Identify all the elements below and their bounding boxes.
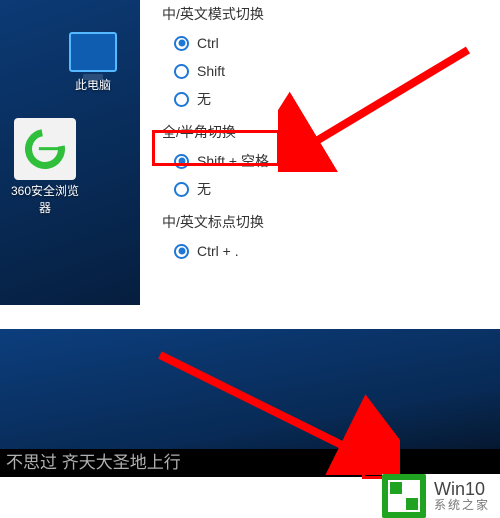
radio-label: Ctrl + . xyxy=(197,243,239,259)
watermark-subtitle: 系统之家 xyxy=(434,499,490,512)
monitor-icon xyxy=(69,32,117,72)
radio-icon xyxy=(174,36,189,51)
radio-icon xyxy=(174,92,189,107)
radio-option-ctrl[interactable]: Ctrl xyxy=(174,32,492,54)
radio-icon xyxy=(174,154,189,169)
radio-icon xyxy=(174,244,189,259)
subtitle-text: 不思过 齐天大圣地上行 xyxy=(6,453,181,472)
subtitle-overlay: 不思过 齐天大圣地上行 xyxy=(0,449,500,477)
radio-label: 无 xyxy=(197,89,211,109)
site-watermark: Win10 系统之家 xyxy=(382,474,500,518)
desktop-icon-360-browser[interactable]: 360安全浏览器 xyxy=(8,118,82,216)
desktop-icon-this-pc[interactable]: 此电脑 xyxy=(58,32,128,93)
radio-label: 无 xyxy=(197,179,211,199)
group-title-punct: 中/英文标点切换 xyxy=(162,212,492,232)
radio-label: Ctrl xyxy=(197,35,219,51)
radio-icon xyxy=(174,64,189,79)
group-title-full-half: 全/半角切换 xyxy=(162,122,492,142)
radio-label: Shift + 空格 xyxy=(197,151,269,171)
ime-settings-panel: 中/英文模式切换 Ctrl Shift 无 全/半角切换 Shift + 空格 … xyxy=(140,0,500,305)
e-logo-icon xyxy=(17,121,73,177)
radio-icon xyxy=(174,182,189,197)
radio-option-none[interactable]: 无 xyxy=(174,88,492,110)
radio-option-shift-space[interactable]: Shift + 空格 xyxy=(174,150,492,172)
radio-option-none-2[interactable]: 无 xyxy=(174,178,492,200)
group-title-cn-en-mode: 中/英文模式切换 xyxy=(162,4,492,24)
desktop-background-lower xyxy=(0,329,500,449)
radio-option-shift[interactable]: Shift xyxy=(174,60,492,82)
desktop-background: 此电脑 360安全浏览器 xyxy=(0,0,140,305)
desktop-icon-label: 360安全浏览器 xyxy=(8,182,82,216)
windows-logo-icon xyxy=(382,474,426,518)
browser-tile xyxy=(14,118,76,180)
radio-option-ctrl-dot[interactable]: Ctrl + . xyxy=(174,240,492,262)
watermark-title: Win10 xyxy=(434,480,490,500)
radio-label: Shift xyxy=(197,63,225,79)
